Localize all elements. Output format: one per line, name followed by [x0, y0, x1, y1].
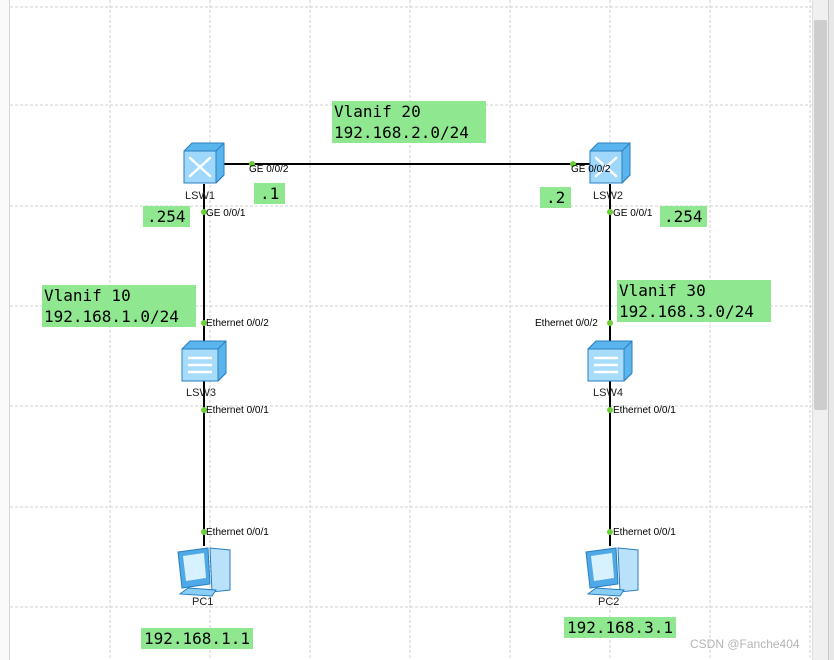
canvas-grid: [0, 0, 812, 660]
pc1-pc-icon[interactable]: [177, 547, 231, 597]
lsw1-g1-ip-label[interactable]: .254: [143, 206, 190, 227]
port-label: Ethernet 0/0/2: [535, 318, 598, 329]
vertical-scrollbar[interactable]: [812, 0, 829, 660]
port-label: GE 0/0/1: [206, 208, 246, 219]
lsw2-g2-ip-label[interactable]: .2: [540, 187, 572, 208]
pc2-pc-icon[interactable]: [585, 547, 639, 597]
scrollbar-thumb[interactable]: [814, 20, 827, 410]
pc1-name: PC1: [192, 596, 214, 608]
port-label: GE 0/0/2: [249, 164, 289, 175]
port-label: Ethernet 0/0/2: [206, 318, 269, 329]
lsw4-layer2-switch-icon[interactable]: [587, 340, 633, 382]
topology-canvas[interactable]: [0, 0, 834, 660]
port-label: GE 0/0/2: [571, 164, 611, 175]
right-panel-edge: [828, 0, 834, 660]
lsw2-name: LSW2: [593, 190, 623, 202]
vlanif20-label[interactable]: Vlanif 20 192.168.2.0/24: [332, 101, 486, 143]
links: [203, 163, 611, 546]
lsw1-g2-ip-label[interactable]: .1: [254, 183, 286, 204]
pc2-name: PC2: [598, 596, 620, 608]
lsw3-name: LSW3: [186, 387, 216, 399]
pc1-ip-label[interactable]: 192.168.1.1: [141, 628, 253, 649]
left-panel-edge: [0, 0, 10, 660]
port-label: GE 0/0/1: [613, 208, 653, 219]
port-label: Ethernet 0/0/1: [613, 405, 676, 416]
lsw1-layer3-switch-icon[interactable]: [183, 142, 225, 184]
vlanif10-label[interactable]: Vlanif 10 192.168.1.0/24: [42, 285, 196, 327]
vlanif30-label[interactable]: Vlanif 30 192.168.3.0/24: [617, 280, 771, 322]
pc2-ip-label[interactable]: 192.168.3.1: [564, 617, 676, 638]
port-dot: [607, 320, 613, 326]
watermark: CSDN @Fanche404: [690, 637, 800, 651]
lsw2-layer3-switch-icon[interactable]: [589, 142, 631, 184]
lsw2-g1-ip-label[interactable]: .254: [660, 206, 707, 227]
lsw1-name: LSW1: [185, 190, 215, 202]
port-label: Ethernet 0/0/1: [613, 527, 676, 538]
port-label: Ethernet 0/0/1: [206, 527, 269, 538]
lsw4-name: LSW4: [593, 387, 623, 399]
port-label: Ethernet 0/0/1: [206, 405, 269, 416]
port-dots: [201, 161, 613, 535]
lsw3-layer2-switch-icon[interactable]: [181, 340, 227, 382]
